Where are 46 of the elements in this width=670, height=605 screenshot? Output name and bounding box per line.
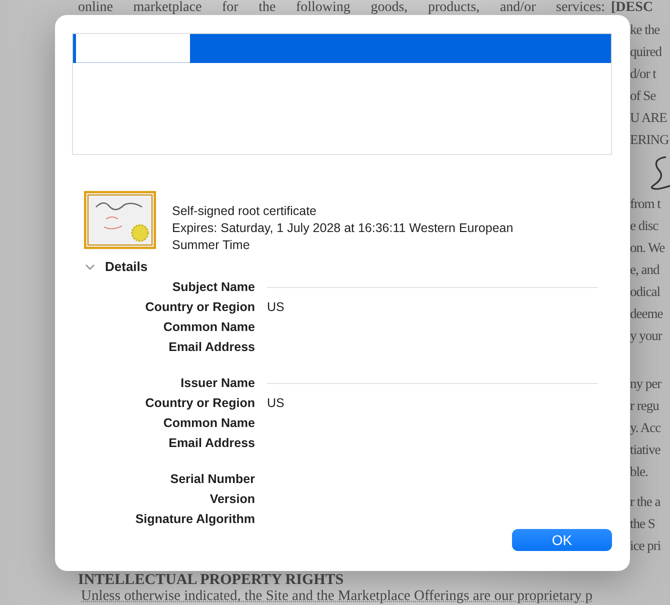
- chevron-icon[interactable]: [85, 262, 95, 270]
- document-text: r regu: [630, 397, 660, 415]
- document-text: the S: [630, 515, 656, 533]
- document-text: online marketplace for the following goods, products, and/or services:: [78, 0, 605, 16]
- document-text: [DESC: [611, 0, 654, 16]
- certificate-icon: [84, 190, 156, 248]
- expiry-text: Expires: Saturday, 1 July 2028 at 16:36:11 Western European Summer Time: [172, 220, 514, 254]
- section-label: Subject Name: [171, 280, 255, 294]
- document-text: d/or t: [630, 65, 658, 83]
- certificate-title: Self-signed root certificate: [172, 203, 318, 220]
- document-text: e, and: [630, 261, 660, 279]
- document-text: ble.: [630, 463, 649, 481]
- field-label: Signature Algorithm: [134, 512, 255, 526]
- field-label: Email Address: [168, 436, 255, 450]
- document-text: e disc: [630, 217, 660, 235]
- field-label: Country or Region: [144, 396, 255, 410]
- details-label: Details: [105, 259, 148, 274]
- document-text: y. Acc: [630, 419, 662, 437]
- document-heading: INTELLECTUAL PROPERTY RIGHTS: [78, 572, 345, 588]
- field-label: Serial Number: [169, 472, 255, 486]
- document-text: r the a: [630, 493, 662, 511]
- field-value: US: [267, 396, 286, 410]
- field-label: Common Name: [162, 416, 255, 430]
- document-text: Unless otherwise indicated, the Site and the Marketplace Offerings are our proprietary p: [80, 588, 594, 605]
- field-value: US: [267, 300, 286, 314]
- document-text: on. We: [630, 239, 666, 257]
- document-text: quired: [630, 43, 663, 61]
- text-field[interactable]: [76, 34, 190, 63]
- document-text: y your: [630, 327, 664, 345]
- section-label: Issuer Name: [180, 376, 255, 390]
- document-text: ny per: [630, 375, 662, 393]
- field-label: Common Name: [162, 320, 255, 334]
- selected-row[interactable]: [73, 34, 611, 63]
- document-text: of Se: [630, 87, 657, 105]
- document-text: ke the: [630, 21, 661, 39]
- document-text: tiative: [630, 441, 662, 459]
- document-text: ERING: [630, 131, 670, 149]
- document-text: odical: [630, 283, 662, 301]
- field-label: Country or Region: [144, 300, 255, 314]
- document-text: deeme: [630, 305, 664, 323]
- ok-button[interactable]: OK: [512, 529, 612, 551]
- document-text: U ARE: [630, 109, 668, 127]
- field-label: Email Address: [168, 340, 255, 354]
- document-text: from t: [630, 195, 662, 213]
- document-text: ice pri: [630, 537, 662, 555]
- field-label: Version: [208, 492, 255, 506]
